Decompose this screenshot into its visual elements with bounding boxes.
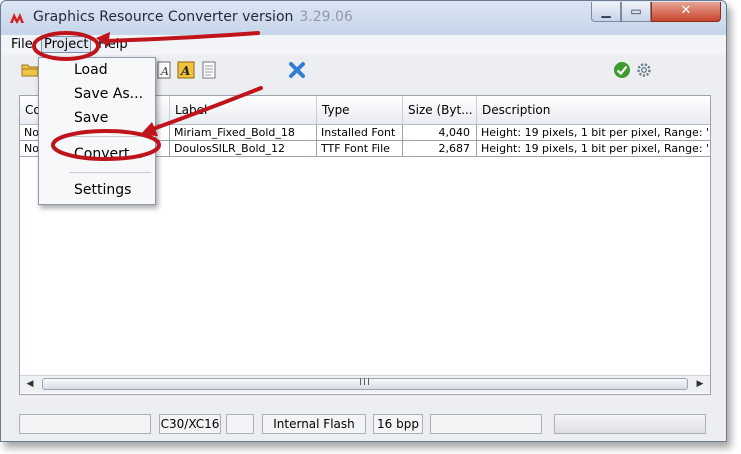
annotation-arrow-project (102, 31, 260, 43)
annotation-overlay (32, 31, 263, 161)
highlight-circle-convert (51, 129, 161, 161)
annotation-arrow-convert (148, 86, 263, 132)
highlight-circle-project (32, 31, 100, 61)
